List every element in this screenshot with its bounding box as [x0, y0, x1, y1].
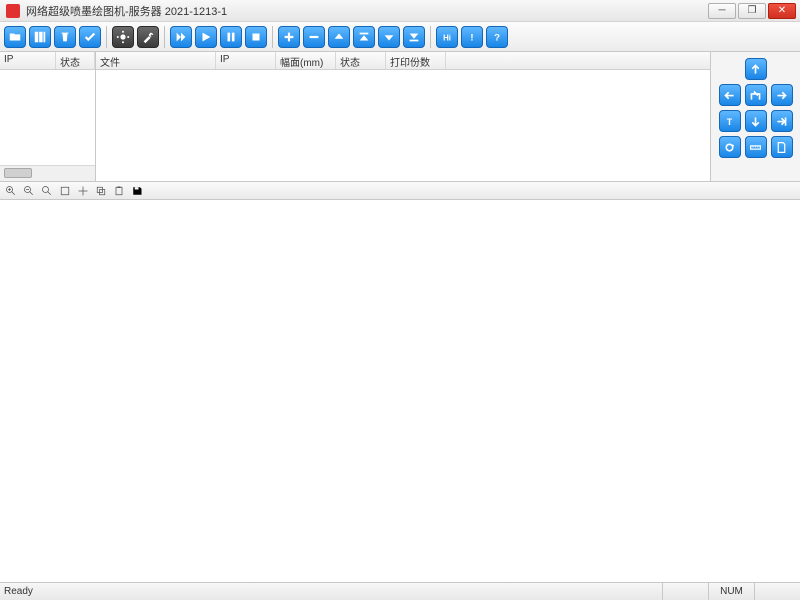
delete-button[interactable]	[54, 26, 76, 48]
zoom-fit-icon[interactable]	[40, 184, 54, 198]
pad-right-button[interactable]	[771, 84, 793, 106]
host-col-ip[interactable]: IP	[0, 52, 56, 69]
layout-button[interactable]	[29, 26, 51, 48]
upper-pane: IP 状态 文件 IP 幅面(mm) 状态 打印份数	[0, 52, 800, 182]
crosshair-icon[interactable]	[76, 184, 90, 198]
move-top-button[interactable]	[353, 26, 375, 48]
pad-ruler-button[interactable]	[745, 136, 767, 158]
queue-col-width[interactable]: 幅面(mm)	[276, 52, 336, 69]
pad-left-button[interactable]	[719, 84, 741, 106]
paste-icon[interactable]	[112, 184, 126, 198]
svg-text:!: !	[470, 32, 473, 43]
main-toolbar: Hi ! ?	[0, 22, 800, 52]
pad-loop-button[interactable]	[719, 136, 741, 158]
status-cell	[754, 583, 800, 600]
zoom-out-icon[interactable]	[22, 184, 36, 198]
queue-col-file[interactable]: 文件	[96, 52, 216, 69]
svg-text:?: ?	[494, 32, 500, 43]
window-title: 网络超级喷墨绘图机-服务器 2021-1213-1	[26, 3, 706, 19]
hi-button[interactable]: Hi	[436, 26, 458, 48]
help-button[interactable]: ?	[486, 26, 508, 48]
status-cell	[662, 583, 708, 600]
queue-col-status[interactable]: 状态	[336, 52, 386, 69]
info-button[interactable]: !	[461, 26, 483, 48]
queue-col-copies[interactable]: 打印份数	[386, 52, 446, 69]
move-bottom-button[interactable]	[403, 26, 425, 48]
tools-button[interactable]	[137, 26, 159, 48]
plus-button[interactable]	[278, 26, 300, 48]
pad-up-button[interactable]	[745, 58, 767, 80]
copy-icon[interactable]	[94, 184, 108, 198]
move-down-button[interactable]	[378, 26, 400, 48]
pad-down-button[interactable]	[745, 110, 767, 132]
queue-col-spacer	[446, 52, 710, 69]
minus-button[interactable]	[303, 26, 325, 48]
stop-button[interactable]	[245, 26, 267, 48]
pan-icon[interactable]	[58, 184, 72, 198]
maximize-button[interactable]: ❐	[738, 3, 766, 19]
queue-pane: 文件 IP 幅面(mm) 状态 打印份数	[96, 52, 710, 181]
zoom-in-icon[interactable]	[4, 184, 18, 198]
app-icon	[6, 4, 20, 18]
svg-text:Hi: Hi	[443, 33, 451, 42]
host-list-header: IP 状态	[0, 52, 95, 70]
toolbar-separator	[106, 26, 107, 48]
move-up-button[interactable]	[328, 26, 350, 48]
queue-col-ip[interactable]: IP	[216, 52, 276, 69]
toolbar-separator	[430, 26, 431, 48]
queue-body[interactable]	[96, 70, 710, 181]
pad-end-button[interactable]	[771, 110, 793, 132]
pause-button[interactable]	[220, 26, 242, 48]
gear-button[interactable]	[112, 26, 134, 48]
minimize-button[interactable]: ─	[708, 3, 736, 19]
fast-forward-button[interactable]	[170, 26, 192, 48]
svg-text:T: T	[727, 116, 733, 126]
toolbar-separator	[272, 26, 273, 48]
preview-canvas[interactable]	[0, 200, 800, 582]
confirm-button[interactable]	[79, 26, 101, 48]
preview-toolbar	[0, 182, 800, 200]
status-ready: Ready	[0, 586, 60, 597]
pad-home-button[interactable]	[745, 84, 767, 106]
window-titlebar: 网络超级喷墨绘图机-服务器 2021-1213-1 ─ ❐ ✕	[0, 0, 800, 22]
save-icon[interactable]	[130, 184, 144, 198]
pad-text-button[interactable]: T	[719, 110, 741, 132]
close-button[interactable]: ✕	[768, 3, 796, 19]
host-list-body[interactable]	[0, 70, 95, 165]
status-num: NUM	[708, 583, 754, 600]
host-list-pane: IP 状态	[0, 52, 96, 181]
arrow-pad: T	[710, 52, 800, 181]
pad-page-button[interactable]	[771, 136, 793, 158]
host-col-status[interactable]: 状态	[56, 52, 95, 69]
queue-header: 文件 IP 幅面(mm) 状态 打印份数	[96, 52, 710, 70]
queue-wrap: 文件 IP 幅面(mm) 状态 打印份数 T	[96, 52, 800, 181]
status-bar: Ready NUM	[0, 582, 800, 600]
host-scrollbar[interactable]	[0, 165, 95, 181]
open-button[interactable]	[4, 26, 26, 48]
play-button[interactable]	[195, 26, 217, 48]
toolbar-separator	[164, 26, 165, 48]
